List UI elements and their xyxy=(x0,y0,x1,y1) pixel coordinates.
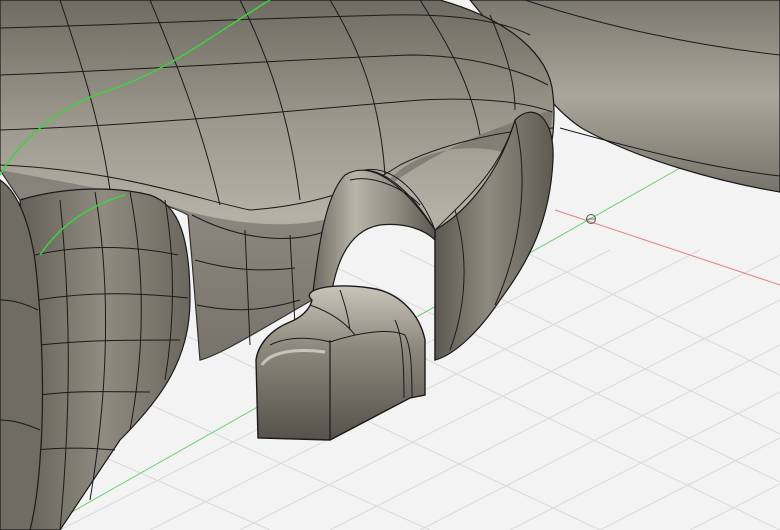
viewport-canvas[interactable] xyxy=(0,0,780,530)
3d-viewport[interactable] xyxy=(0,0,780,530)
x-axis-line xyxy=(554,209,780,286)
